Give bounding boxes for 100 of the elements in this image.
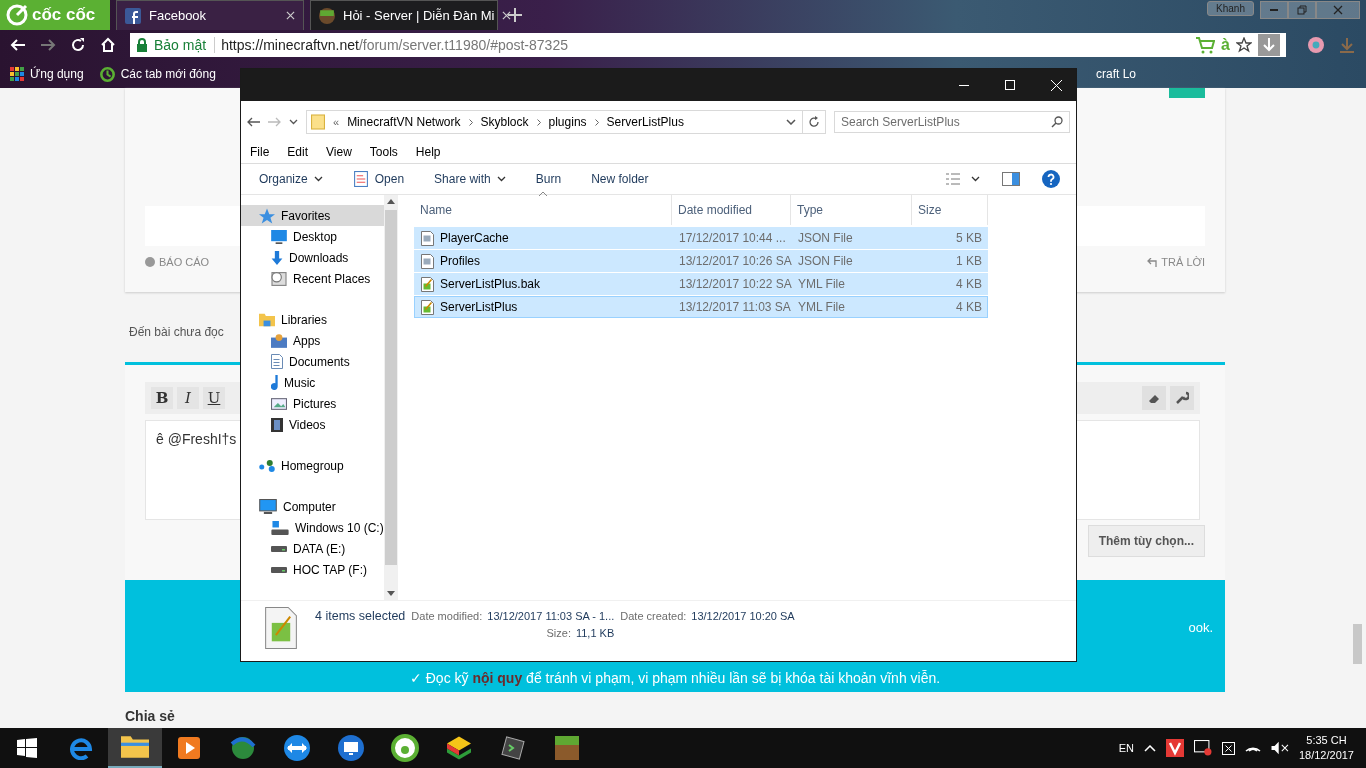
format-button[interactable]: U <box>203 387 225 409</box>
clock[interactable]: 5:35 CH 18/12/2017 <box>1298 733 1354 763</box>
nav-item[interactable]: Apps <box>241 330 384 351</box>
type-cell: YML File <box>798 277 845 291</box>
bookmark-item[interactable]: Ứng dụng <box>10 67 84 81</box>
recent-locations-dropdown[interactable] <box>289 119 298 125</box>
grid-icon <box>10 67 24 81</box>
plus-icon[interactable] <box>508 8 522 22</box>
notice-text: ook. <box>1188 620 1213 635</box>
unread-link[interactable]: Đến bài chưa đọc <box>129 325 224 339</box>
bookmark-item[interactable]: Các tab mới đóng <box>99 66 216 82</box>
nav-item[interactable]: Pictures <box>241 393 384 414</box>
cart-icon[interactable] <box>1195 36 1216 54</box>
scroll-up-arrow[interactable] <box>386 199 395 204</box>
back-button[interactable] <box>247 117 260 127</box>
view-options-button[interactable] <box>945 173 980 185</box>
menu-item[interactable]: File <box>250 145 270 159</box>
column-header[interactable]: Date modified <box>672 195 791 225</box>
file-row[interactable]: Profiles 13/12/2017 10:26 SA JSON File 1 KB <box>414 250 988 272</box>
menu-item[interactable]: View <box>326 145 352 159</box>
bookmark-star-icon[interactable] <box>1236 37 1252 53</box>
home-button[interactable] <box>100 37 116 53</box>
document-icon <box>421 230 434 246</box>
reply-link[interactable]: TRẢ LỜI <box>1147 256 1205 268</box>
wifi-icon[interactable] <box>1244 744 1261 752</box>
rules-notice: ✓ Đọc kỹ nội quy để tránh vi phạm, vi phạm nhiều lần sẽ bị khóa tài khoản vĩnh viễn. <box>408 670 942 686</box>
size-cell: 1 KB <box>956 254 982 268</box>
format-button[interactable]: I <box>177 387 199 409</box>
toolbar-button[interactable]: Open <box>352 171 405 187</box>
size-cell: 5 KB <box>956 231 982 245</box>
network-icon[interactable] <box>1221 741 1235 755</box>
eraser-button[interactable] <box>1142 386 1166 410</box>
refresh-button[interactable] <box>802 110 826 134</box>
menu-item[interactable]: Help <box>415 145 441 159</box>
toolbar-button[interactable]: Share with <box>434 172 506 186</box>
wrench-button[interactable] <box>1170 386 1194 410</box>
nav-item[interactable]: Libraries <box>241 309 384 330</box>
file-row[interactable]: ServerListPlus 13/12/2017 11:03 SA YML File 4 KB <box>414 296 988 318</box>
document-icon <box>352 171 369 187</box>
scroll-down-arrow[interactable] <box>386 591 395 596</box>
breadcrumb-item[interactable]: MinecraftVN Network <box>347 115 461 129</box>
nav-item[interactable]: Windows 10 (C:) <box>241 517 384 538</box>
close-icon[interactable] <box>502 11 512 20</box>
column-header[interactable]: Type <box>791 195 912 225</box>
maximize-button[interactable] <box>1005 80 1015 90</box>
chevron-up-icon[interactable] <box>1143 744 1156 752</box>
breadcrumb-item[interactable]: plugins <box>548 115 587 129</box>
search-field[interactable]: Search ServerListPlus <box>834 111 1070 133</box>
address-bar[interactable]: Bảo mật https://minecraftvn.net/forum/server.t11980/#post-87325 à <box>130 33 1286 57</box>
breadcrumb-item[interactable]: Skyblock <box>480 115 529 129</box>
bookmark-item[interactable]: craft Lo <box>1095 67 1136 81</box>
file-name: ServerListPlus.bak <box>440 277 541 291</box>
chevron-down-icon <box>496 176 506 182</box>
nav-item[interactable]: Downloads <box>241 247 384 268</box>
breadcrumb-item[interactable]: ServerListPlus <box>606 115 684 129</box>
nav-item[interactable]: Homegroup <box>241 455 384 476</box>
overflow-chevrons[interactable]: « <box>333 116 340 128</box>
speaker-muted-icon[interactable] <box>1270 741 1289 755</box>
nav-item[interactable]: HOC TAP (F:) <box>241 559 384 580</box>
help-button[interactable] <box>1042 170 1060 188</box>
file-row[interactable]: ServerListPlus.bak 13/12/2017 10:22 SA YML File 4 KB <box>414 273 988 295</box>
chevron-down-icon[interactable] <box>786 119 796 125</box>
format-button[interactable]: B <box>151 387 173 409</box>
nav-item[interactable]: Favorites <box>241 205 384 226</box>
forward-button[interactable] <box>40 38 56 52</box>
browser-tab[interactable]: Facebook <box>116 0 304 30</box>
nav-item[interactable]: Music <box>241 372 384 393</box>
toolbar-button[interactable]: Organize <box>259 172 323 186</box>
scrollbar-thumb[interactable] <box>384 210 397 565</box>
menu-item[interactable]: Tools <box>369 145 398 159</box>
document-icon <box>421 276 434 292</box>
extension-icon[interactable] <box>1308 37 1324 53</box>
close-icon[interactable] <box>286 11 295 20</box>
reload-button[interactable] <box>70 37 86 53</box>
nav-item[interactable]: Computer <box>241 496 384 517</box>
v-logo-icon[interactable] <box>1165 739 1184 757</box>
nav-item[interactable]: Videos <box>241 414 384 435</box>
nav-item[interactable]: DATA (E:) <box>241 538 384 559</box>
preview-pane-button[interactable] <box>1002 172 1020 186</box>
message-text[interactable]: ê @FreshI†s <box>156 431 237 447</box>
column-header[interactable]: Name <box>414 195 672 225</box>
monitor-icon <box>338 735 364 761</box>
column-header[interactable]: Size <box>912 195 988 225</box>
restore-button[interactable] <box>1288 1 1316 19</box>
file-row[interactable]: PlayerCache 17/12/2017 10:44 ... JSON File 5 KB <box>414 227 988 249</box>
language-indicator[interactable]: EN <box>1118 742 1134 754</box>
nav-item[interactable]: Recent Places <box>241 268 384 289</box>
nav-item[interactable]: Desktop <box>241 226 384 247</box>
address-field[interactable]: « MinecraftVN Network Skyblock plugins ServerListPlus <box>306 110 803 134</box>
more-options-button[interactable]: Thêm tùy chọn... <box>1087 525 1205 557</box>
scrollbar-thumb[interactable] <box>1353 624 1362 664</box>
download-button[interactable] <box>1258 34 1280 56</box>
taskbar-app[interactable] <box>108 728 162 768</box>
folder-icon <box>121 736 149 758</box>
toolbar-button[interactable]: New folder <box>591 172 649 186</box>
menu-item[interactable]: Edit <box>287 145 309 159</box>
profile-button[interactable]: Khanh <box>1207 1 1254 16</box>
notification-icon[interactable] <box>1193 740 1212 756</box>
nav-item[interactable]: Documents <box>241 351 384 372</box>
toolbar-button[interactable]: Burn <box>535 172 562 186</box>
